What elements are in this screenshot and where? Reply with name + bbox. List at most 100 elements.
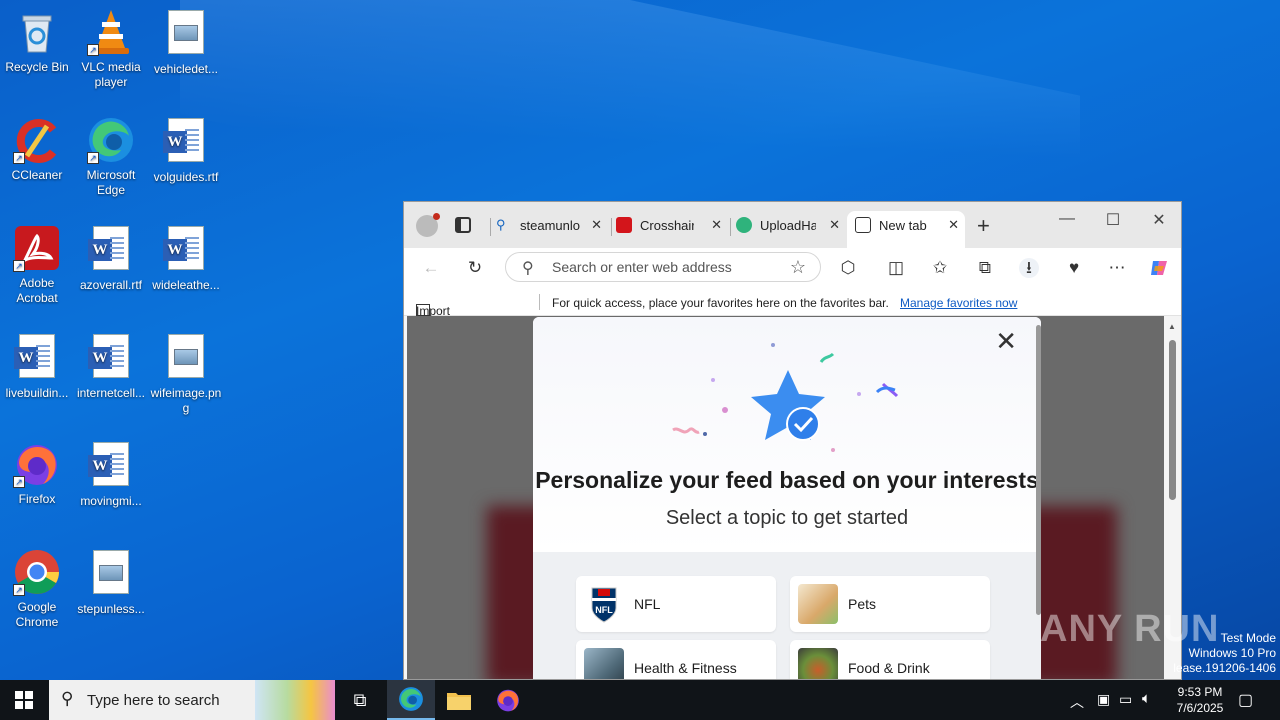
desktop-icon-label: stepunless...	[77, 602, 145, 616]
topic-label: NFL	[634, 596, 661, 612]
tab-uploadhaven[interactable]: UploadHav ✕	[736, 211, 846, 239]
taskbar-edge-button[interactable]	[387, 680, 435, 720]
desktop-icon-edge[interactable]: ↗ Microsoft Edge	[74, 116, 148, 198]
personalize-feed-dialog: ✕ Personalize your feed based on your in…	[533, 317, 1041, 679]
tab-label: steamunlo	[520, 217, 580, 233]
desktop-icon-label: Microsoft Edge	[86, 168, 136, 197]
refresh-icon[interactable]: ↻	[465, 258, 485, 278]
taskbar-firefox-button[interactable]	[484, 680, 532, 720]
settings-more-icon[interactable]: ⋯	[1107, 258, 1127, 278]
close-tab-icon[interactable]: ✕	[591, 217, 602, 233]
firefox-icon: ↗	[13, 440, 61, 488]
shortcut-arrow-icon: ↗	[13, 584, 25, 596]
shortcut-arrow-icon: ↗	[87, 152, 99, 164]
search-placeholder: Type here to search	[87, 691, 220, 709]
browser-essentials-icon[interactable]: ♥	[1064, 258, 1084, 278]
topic-card-pets[interactable]: Pets	[790, 576, 990, 632]
desktop-icon-stepunless[interactable]: stepunless...	[74, 548, 148, 617]
volume-icon[interactable]: 🔈︎	[1142, 690, 1151, 720]
maximize-button[interactable]: ☐	[1090, 210, 1136, 230]
favorites-icon[interactable]: ✩	[930, 258, 950, 278]
tab-crosshair[interactable]: Crosshair X ✕	[616, 211, 728, 239]
image-file-icon	[162, 10, 210, 58]
chrome-icon: ↗	[13, 548, 61, 596]
meet-now-icon[interactable]: ▣	[1097, 691, 1110, 720]
taskbar-search-box[interactable]: ⚲ Type here to search	[49, 680, 335, 720]
desktop-icon-firefox[interactable]: ↗ Firefox	[0, 440, 74, 507]
food-photo-icon	[798, 648, 838, 679]
desktop-icon-azoverall[interactable]: W azoverall.rtf	[74, 224, 148, 293]
favorite-star-icon[interactable]: ☆	[790, 257, 806, 278]
topic-label: Food & Drink	[848, 660, 930, 676]
fitness-photo-icon	[584, 648, 624, 679]
desktop-icon-chrome[interactable]: ↗ Google Chrome	[0, 548, 74, 630]
extensions-icon[interactable]: ⬡	[838, 258, 858, 278]
desktop-icon-ccleaner[interactable]: ↗ CCleaner	[0, 116, 74, 183]
copilot-icon[interactable]	[1149, 258, 1169, 278]
shortcut-arrow-icon: ↗	[13, 476, 25, 488]
search-icon: ⚲	[522, 260, 534, 277]
notification-dot-icon	[433, 213, 440, 220]
desktop-icon-vlc[interactable]: ↗ VLC media player	[74, 8, 148, 90]
taskbar-file-explorer-button[interactable]	[435, 680, 483, 720]
desktop-icon-acrobat[interactable]: ↗ Adobe Acrobat	[0, 224, 74, 306]
desktop-icon-internetcell[interactable]: W internetcell...	[74, 332, 148, 401]
desktop-icon-livebuildin[interactable]: W livebuildin...	[0, 332, 74, 401]
back-arrow-icon[interactable]: ←	[421, 258, 441, 278]
show-hidden-icons-chevron-icon[interactable]: ︿	[1070, 692, 1084, 720]
shortcut-arrow-icon: ↗	[87, 44, 99, 56]
tab-steamunlo[interactable]: ⚲ steamunlo ✕	[496, 211, 608, 239]
word-document-icon: W	[87, 442, 135, 490]
tab-actions-icon[interactable]	[455, 217, 471, 233]
desktop-icon-label: CCleaner	[11, 168, 63, 182]
scroll-up-arrow-icon[interactable]: ▲	[1168, 322, 1176, 331]
nfl-logo-icon: NFL	[584, 584, 624, 624]
topic-card-nfl[interactable]: NFL NFL	[576, 576, 776, 632]
desktop-icon-vehicledet[interactable]: vehicledet...	[149, 8, 223, 77]
image-file-icon	[162, 334, 210, 382]
tab-strip: ⚲ steamunlo ✕ Crosshair X ✕ UploadHav ✕ …	[404, 202, 1181, 248]
new-tab-button[interactable]: +	[977, 213, 990, 239]
desktop-icon-movingmi[interactable]: W movingmi...	[74, 440, 148, 509]
desktop-icon-label: volguides.rtf	[153, 170, 219, 184]
start-button[interactable]	[0, 680, 48, 720]
downloads-icon[interactable]: ⭳	[1019, 258, 1039, 278]
manage-favorites-link[interactable]: Manage favorites now	[900, 296, 1017, 310]
scrollbar-thumb[interactable]	[1169, 340, 1176, 500]
clock-time: 9:53 PM	[1177, 685, 1223, 699]
word-document-icon: W	[13, 334, 61, 382]
profile-avatar-icon[interactable]	[416, 213, 440, 237]
desktop-icon-recycle-bin[interactable]: Recycle Bin	[0, 8, 74, 75]
tab-new-tab[interactable]: New tab ✕	[847, 211, 965, 248]
split-screen-icon[interactable]: ◫	[886, 258, 906, 278]
close-window-button[interactable]: ✕	[1136, 210, 1181, 230]
desktop-icon-volguides[interactable]: W volguides.rtf	[149, 116, 223, 185]
desktop-icon-wifeimage[interactable]: wifeimage.png	[149, 332, 223, 416]
desktop-icon-label: movingmi...	[80, 494, 142, 508]
address-bar[interactable]: ⚲ Search or enter web address ☆	[505, 252, 821, 282]
desktop-icon-wideleathe[interactable]: W wideleathe...	[149, 224, 223, 293]
topic-card-food-drink[interactable]: Food & Drink	[790, 640, 990, 679]
task-view-button[interactable]: ⧉	[336, 680, 384, 720]
tab-label: UploadHav	[760, 217, 816, 233]
close-tab-icon[interactable]: ✕	[711, 217, 722, 233]
network-icon[interactable]: ▭	[1119, 691, 1132, 720]
clock[interactable]: 9:53 PM 7/6/2025	[1166, 684, 1234, 720]
close-tab-icon[interactable]: ✕	[829, 217, 840, 233]
collections-icon[interactable]: ⧉	[975, 258, 995, 278]
topic-card-health-fitness[interactable]: Health & Fitness	[576, 640, 776, 679]
word-document-icon: W	[162, 226, 210, 274]
close-tab-icon[interactable]: ✕	[948, 217, 959, 233]
action-center-icon[interactable]: ▢	[1238, 690, 1253, 720]
close-dialog-button[interactable]: ✕	[995, 328, 1017, 354]
favorites-bar: Import favorites For quick access, place…	[404, 288, 1181, 332]
desktop-icon-label: livebuildin...	[5, 386, 69, 400]
topic-label: Health & Fitness	[634, 660, 737, 676]
shortcut-arrow-icon: ↗	[13, 260, 25, 272]
word-document-icon: W	[162, 118, 210, 166]
minimize-button[interactable]: —	[1044, 210, 1090, 228]
desktop-icon-label: Firefox	[18, 492, 56, 506]
desktop-icon-label: vehicledet...	[153, 62, 219, 76]
taskbar: ⚲ Type here to search ⧉ ︿ ▣ ▭ 🔈︎ 9:53 PM…	[0, 680, 1280, 720]
dialog-scrollbar[interactable]	[1036, 325, 1041, 615]
